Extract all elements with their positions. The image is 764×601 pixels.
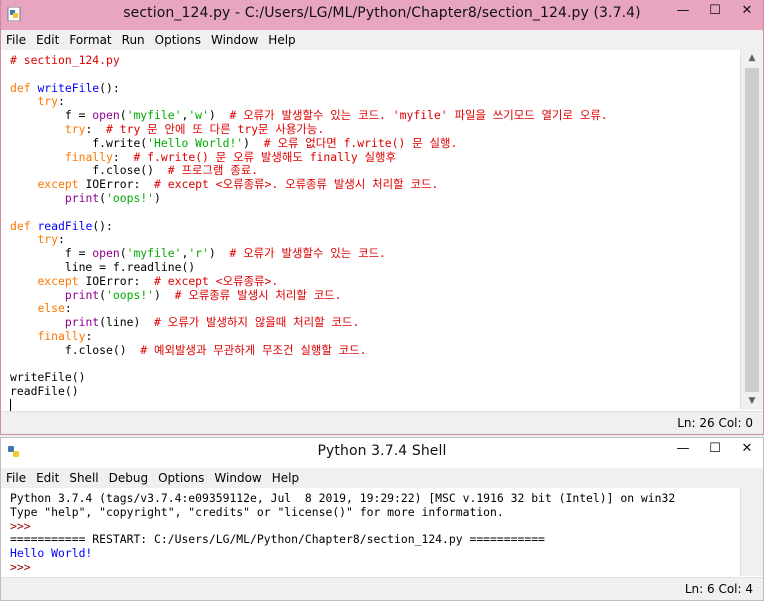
editor-window-controls: — ☐ ✕ [667, 0, 763, 30]
shell-window-controls: — ☐ ✕ [667, 438, 763, 468]
editor-titlebar[interactable]: section_124.py - C:/Users/LG/ML/Python/C… [1, 0, 763, 30]
minimize-button[interactable]: — [667, 438, 699, 460]
menu-options[interactable]: Options [150, 30, 206, 50]
shell-window: Python 3.7.4 Shell — ☐ ✕ File Edit Shell… [0, 437, 764, 601]
menu-help[interactable]: Help [267, 468, 304, 488]
editor-cursor-position: Ln: 26 Col: 0 [677, 416, 753, 430]
menu-debug[interactable]: Debug [104, 468, 153, 488]
editor-statusbar: Ln: 26 Col: 0 [1, 411, 763, 434]
menu-window[interactable]: Window [209, 468, 266, 488]
menu-edit[interactable]: Edit [31, 468, 64, 488]
shell-titlebar[interactable]: Python 3.7.4 Shell — ☐ ✕ [1, 438, 763, 468]
scroll-down-arrow-icon[interactable]: ▼ [741, 393, 763, 410]
close-button[interactable]: ✕ [731, 438, 763, 460]
menu-file[interactable]: File [1, 30, 31, 50]
shell-title: Python 3.7.4 Shell [317, 443, 447, 459]
minimize-button[interactable]: — [667, 0, 699, 22]
maximize-button[interactable]: ☐ [699, 438, 731, 460]
shell-scrollbar[interactable] [740, 488, 763, 576]
menu-file[interactable]: File [1, 468, 31, 488]
shell-text[interactable]: Python 3.7.4 (tags/v3.7.4:e09359112e, Ju… [10, 491, 675, 575]
menu-format[interactable]: Format [64, 30, 116, 50]
close-button[interactable]: ✕ [731, 0, 763, 22]
shell-statusbar: Ln: 6 Col: 4 [1, 577, 763, 600]
scroll-up-arrow-icon[interactable]: ▲ [741, 50, 763, 67]
editor-title: section_124.py - C:/Users/LG/ML/Python/C… [123, 5, 641, 21]
text-cursor [10, 399, 11, 412]
shell-menubar: File Edit Shell Debug Options Window Hel… [1, 468, 763, 488]
menu-options[interactable]: Options [153, 468, 209, 488]
editor-scrollbar[interactable]: ▲ ▼ [740, 50, 763, 410]
code-editor[interactable]: # section_124.py def writeFile(): try: f… [1, 50, 740, 413]
menu-window[interactable]: Window [206, 30, 263, 50]
menu-edit[interactable]: Edit [31, 30, 64, 50]
menu-run[interactable]: Run [117, 30, 150, 50]
shell-cursor-position: Ln: 6 Col: 4 [684, 582, 753, 596]
scroll-thumb[interactable] [745, 68, 759, 392]
menu-help[interactable]: Help [263, 30, 300, 50]
code-text[interactable]: # section_124.py def writeFile(): try: f… [10, 53, 608, 413]
maximize-button[interactable]: ☐ [699, 0, 731, 22]
menu-shell[interactable]: Shell [64, 468, 103, 488]
editor-menubar: File Edit Format Run Options Window Help [1, 30, 763, 50]
shell-output[interactable]: Python 3.7.4 (tags/v3.7.4:e09359112e, Ju… [1, 488, 741, 576]
editor-window: section_124.py - C:/Users/LG/ML/Python/C… [0, 0, 764, 435]
